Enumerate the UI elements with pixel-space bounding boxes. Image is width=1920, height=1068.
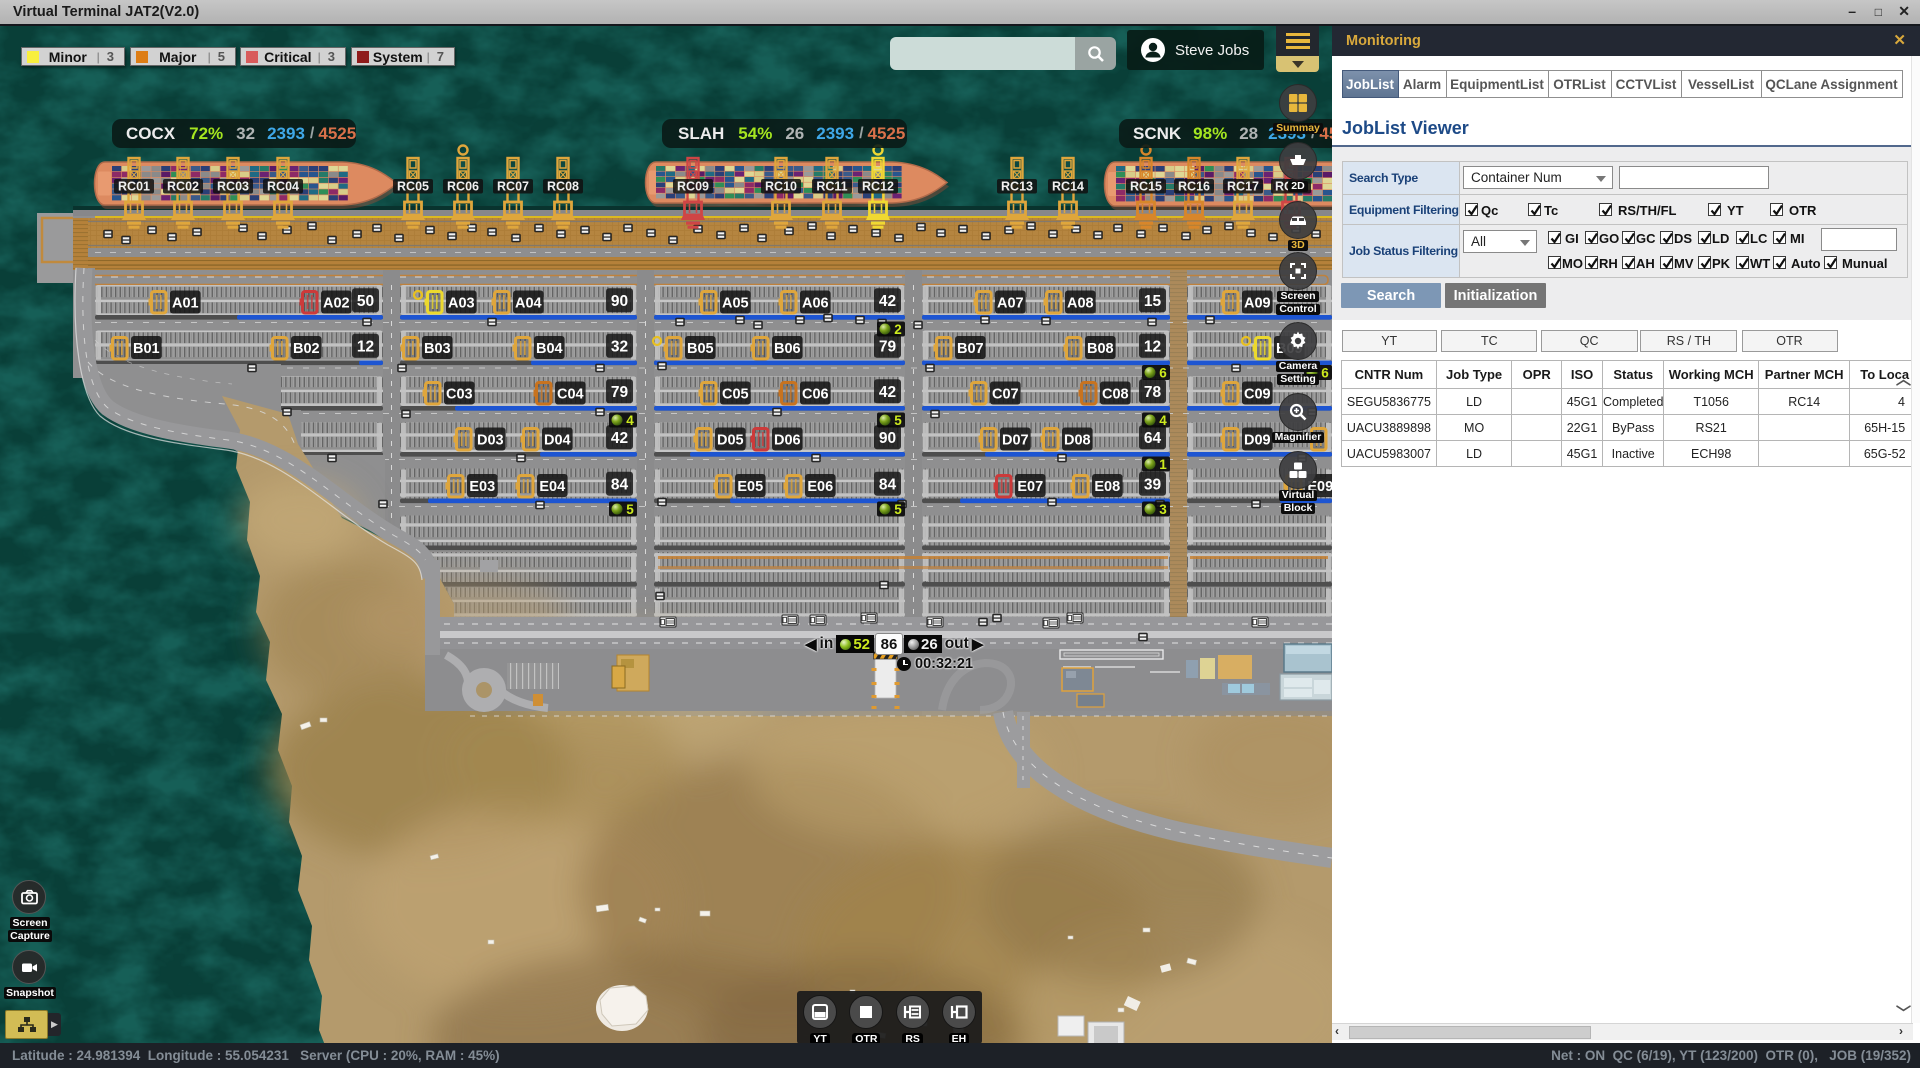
svg-text:RC06: RC06 [447, 180, 479, 194]
svg-text:RC10: RC10 [765, 180, 797, 194]
svg-text:B01: B01 [133, 341, 160, 357]
svg-text:64: 64 [1144, 430, 1162, 447]
svg-text:A06: A06 [802, 296, 829, 312]
svg-text:C07: C07 [992, 387, 1019, 403]
svg-text:4: 4 [1159, 413, 1167, 428]
svg-text:E05: E05 [737, 479, 763, 495]
svg-text:D05: D05 [717, 433, 744, 449]
svg-text:A05: A05 [722, 296, 749, 312]
svg-text:50: 50 [357, 293, 374, 310]
svg-text:E07: E07 [1017, 479, 1043, 495]
svg-text:RC08: RC08 [547, 180, 579, 194]
svg-text:C06: C06 [802, 387, 829, 403]
svg-text:B06: B06 [774, 341, 801, 357]
svg-text:79: 79 [611, 384, 629, 401]
svg-text:E06: E06 [807, 479, 833, 495]
svg-text:RC03: RC03 [217, 180, 249, 194]
svg-text:2: 2 [894, 322, 902, 337]
svg-text:79: 79 [879, 339, 897, 356]
svg-text:E03: E03 [469, 479, 495, 495]
svg-text:5: 5 [626, 502, 634, 517]
svg-text:RC12: RC12 [862, 180, 894, 194]
svg-text:RC15: RC15 [1130, 180, 1162, 194]
svg-text:39: 39 [1144, 477, 1162, 494]
svg-text:D07: D07 [1002, 433, 1029, 449]
svg-text:A08: A08 [1067, 296, 1094, 312]
svg-text:E08: E08 [1094, 479, 1120, 495]
svg-text:RC14: RC14 [1052, 180, 1084, 194]
svg-text:C08: C08 [1102, 387, 1129, 403]
svg-text:RC11: RC11 [816, 180, 847, 194]
svg-text:42: 42 [611, 430, 628, 447]
svg-text:B05: B05 [687, 341, 714, 357]
svg-text:RC01: RC01 [118, 180, 150, 194]
svg-text:84: 84 [879, 477, 897, 494]
svg-text:1: 1 [1159, 457, 1167, 472]
svg-text:90: 90 [879, 430, 896, 447]
svg-text:15: 15 [1144, 293, 1162, 310]
svg-text:A07: A07 [997, 296, 1024, 312]
svg-text:32: 32 [611, 339, 628, 356]
svg-text:D08: D08 [1064, 433, 1091, 449]
svg-text:C09: C09 [1244, 387, 1271, 403]
svg-text:RC02: RC02 [167, 180, 199, 194]
svg-text:84: 84 [611, 477, 629, 494]
svg-text:5: 5 [894, 413, 902, 428]
svg-text:12: 12 [357, 339, 374, 356]
svg-text:D04: D04 [544, 433, 571, 449]
svg-text:D06: D06 [774, 433, 801, 449]
svg-text:A02: A02 [323, 296, 350, 312]
svg-text:A04: A04 [515, 296, 542, 312]
svg-text:6: 6 [1159, 366, 1167, 381]
svg-text:42: 42 [879, 293, 896, 310]
svg-text:C04: C04 [557, 387, 584, 403]
svg-text:90: 90 [611, 293, 628, 310]
svg-text:RC09: RC09 [677, 180, 709, 194]
svg-text:B07: B07 [957, 341, 984, 357]
svg-text:RC07: RC07 [497, 180, 529, 194]
svg-text:A03: A03 [448, 296, 475, 312]
svg-text:RC16: RC16 [1178, 180, 1210, 194]
svg-text:B03: B03 [424, 341, 451, 357]
svg-text:E04: E04 [539, 479, 565, 495]
svg-text:5: 5 [894, 502, 902, 517]
svg-text:B04: B04 [536, 341, 563, 357]
svg-text:RC05: RC05 [397, 180, 429, 194]
svg-text:12: 12 [1144, 339, 1161, 356]
svg-text:D03: D03 [477, 433, 504, 449]
svg-text:A01: A01 [172, 296, 199, 312]
svg-text:4: 4 [626, 413, 634, 428]
svg-text:RC04: RC04 [267, 180, 299, 194]
svg-text:C05: C05 [722, 387, 749, 403]
svg-text:42: 42 [879, 384, 896, 401]
svg-text:3: 3 [1159, 502, 1167, 517]
svg-text:78: 78 [1144, 384, 1162, 401]
svg-text:B08: B08 [1087, 341, 1114, 357]
svg-text:C03: C03 [446, 387, 473, 403]
svg-text:RC13: RC13 [1001, 180, 1033, 194]
svg-text:B02: B02 [293, 341, 320, 357]
